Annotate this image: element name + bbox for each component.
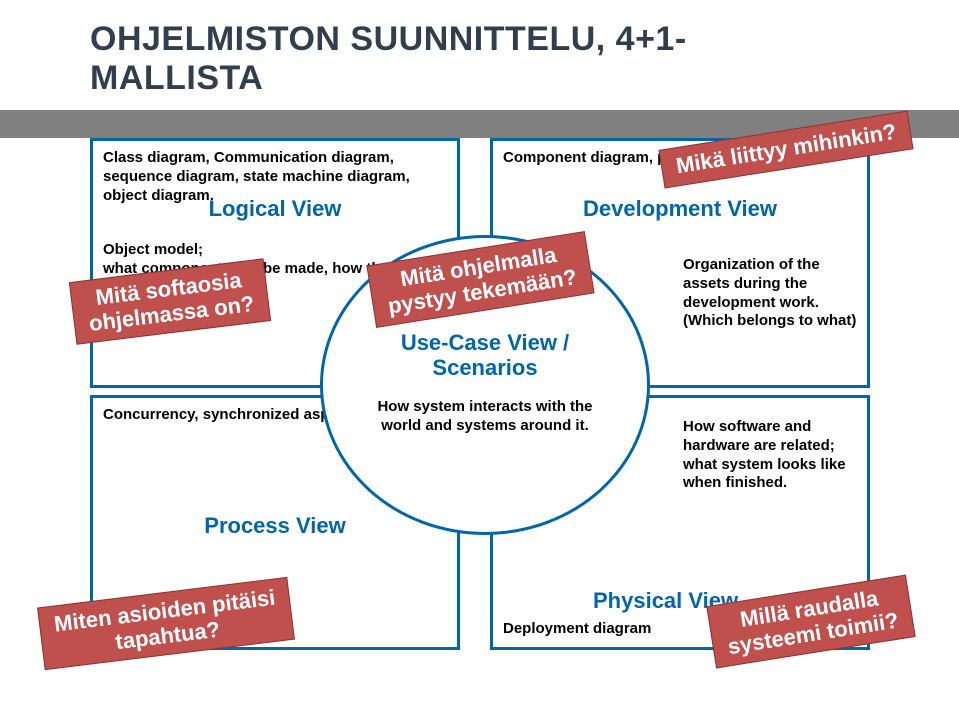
callout-process: Miten asioiden pitäisi tapahtua? — [37, 577, 295, 671]
use-case-view-label: Use-Case View / Scenarios — [323, 330, 647, 381]
page-title: OHJELMISTON SUUNNITTELU, 4+1- MALLISTA — [90, 20, 909, 98]
physical-view-body: How software and hardware are related; w… — [683, 418, 857, 493]
development-view-label: Development View — [493, 196, 867, 222]
use-case-view-body: How system interacts with the world and … — [358, 398, 612, 436]
logical-view-label: Logical View — [93, 196, 457, 222]
development-view-body: Organization of the assets during the de… — [683, 256, 857, 331]
process-view-label: Process View — [93, 513, 457, 539]
